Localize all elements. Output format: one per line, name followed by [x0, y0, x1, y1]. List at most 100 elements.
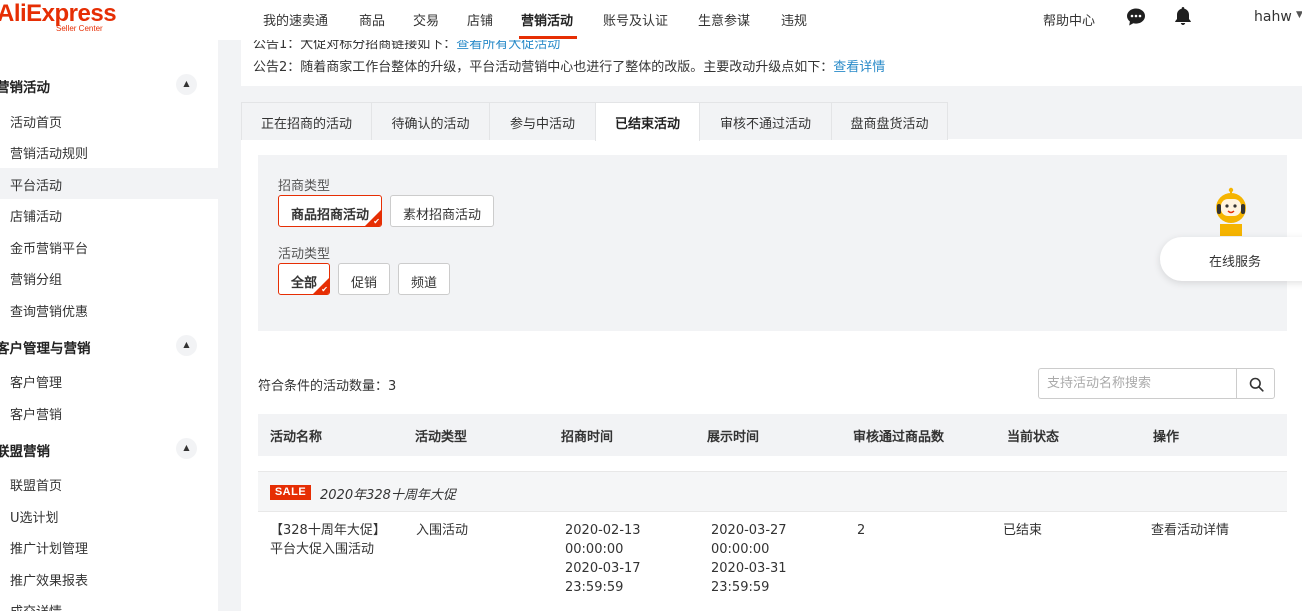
- col-approved-count: 审核通过商品数: [853, 430, 945, 445]
- announcement-1-link[interactable]: 查看所有大促活动: [456, 40, 560, 52]
- filter-material-recruit[interactable]: 素材招商活动: [390, 195, 494, 227]
- sidebar-item-label: 联盟首页: [10, 479, 63, 494]
- cell-display-start-time: 00:00:00: [711, 542, 770, 557]
- nav-products[interactable]: 商品: [359, 10, 385, 29]
- recruit-type-label: 招商类型: [278, 179, 331, 194]
- tab-pending-confirm[interactable]: 待确认的活动: [371, 102, 490, 140]
- robot-mascot-icon[interactable]: [1208, 186, 1254, 238]
- cell-recruit-start-date: 2020-02-13: [565, 523, 641, 538]
- tab-recruiting[interactable]: 正在招商的活动: [241, 102, 372, 140]
- sidebar-item-promotion-reports[interactable]: 推广效果报表: [0, 563, 218, 594]
- sidebar-item-coin-platform[interactable]: 金币营销平台: [0, 231, 218, 262]
- chevron-down-icon[interactable]: ▼: [1296, 10, 1302, 20]
- filter-channel[interactable]: 频道: [398, 263, 450, 295]
- sidebar-group-title: 营销活动: [0, 80, 50, 96]
- nav-business-advisor[interactable]: 生意参谋: [698, 10, 750, 29]
- sidebar-item-label: 店铺活动: [10, 210, 63, 225]
- filter-promotion[interactable]: 促销: [338, 263, 390, 295]
- tab-inventory[interactable]: 盘商盘货活动: [831, 102, 948, 140]
- tab-rejected[interactable]: 审核不通过活动: [699, 102, 832, 140]
- online-service-label: 在线服务: [1209, 255, 1262, 270]
- sidebar-item-label: 推广计划管理: [10, 542, 89, 557]
- top-navigation-bar: AliExpress Seller Center 我的速卖通 商品 交易 店铺 …: [0, 0, 1302, 40]
- filter-option-label: 频道: [410, 276, 437, 291]
- filter-option-label: 商品招商活动: [290, 208, 369, 223]
- cell-display-end-time: 23:59:59: [711, 580, 770, 595]
- tab-label: 待确认的活动: [391, 117, 470, 132]
- cell-activity-name-line1: 【328十周年大促】: [270, 523, 386, 538]
- col-action: 操作: [1153, 430, 1180, 445]
- announcement-2-link[interactable]: 查看详情: [833, 60, 885, 75]
- sidebar-item-label: 营销活动规则: [10, 147, 89, 162]
- filter-product-recruit[interactable]: 商品招商活动 ✔: [278, 195, 382, 227]
- activity-type-label: 活动类型: [278, 247, 331, 262]
- check-icon: ✔: [373, 217, 380, 226]
- active-nav-indicator: [519, 36, 577, 39]
- nav-store[interactable]: 店铺: [467, 10, 493, 29]
- announcement-1: 公告1：大促对标分招商链接如下：查看所有大促活动: [253, 40, 560, 52]
- sidebar-group-title: 联盟营销: [0, 444, 50, 460]
- nav-violations[interactable]: 违规: [781, 10, 807, 29]
- cell-display-end-date: 2020-03-31: [711, 561, 787, 576]
- sidebar: 营销活动 ▲ 活动首页 营销活动规则 平台活动 店铺活动 金币营销平台 营销分组…: [0, 40, 218, 611]
- result-count: 符合条件的活动数量：3: [258, 379, 397, 394]
- online-service-button[interactable]: 在线服务: [1160, 237, 1302, 281]
- tab-label: 正在招商的活动: [260, 117, 352, 132]
- bell-icon[interactable]: [1173, 6, 1193, 26]
- sidebar-item-activity-home[interactable]: 活动首页: [0, 105, 218, 136]
- sidebar-item-marketing-rules[interactable]: 营销活动规则: [0, 136, 218, 167]
- collapse-icon[interactable]: ▲: [176, 335, 197, 356]
- sidebar-item-label: U选计划: [10, 511, 59, 526]
- filter-option-label: 素材招商活动: [402, 208, 481, 223]
- sidebar-item-promotion-plans[interactable]: 推广计划管理: [0, 531, 218, 562]
- sidebar-group-affiliate[interactable]: 联盟营销 ▲: [0, 434, 214, 462]
- activity-search-input[interactable]: [1038, 368, 1237, 399]
- tab-ended[interactable]: 已结束活动: [595, 102, 700, 141]
- sidebar-item-query-discounts[interactable]: 查询营销优惠: [0, 294, 218, 325]
- sidebar-item-label: 金币营销平台: [10, 242, 89, 257]
- cell-recruit-start-time: 00:00:00: [565, 542, 624, 557]
- col-status: 当前状态: [1007, 430, 1060, 445]
- cell-recruit-end-time: 23:59:59: [565, 580, 624, 595]
- view-activity-details-link[interactable]: 查看活动详情: [1151, 521, 1229, 540]
- sidebar-item-label: 查询营销优惠: [10, 305, 89, 320]
- sidebar-group-title: 客户管理与营销: [0, 341, 91, 357]
- nav-my-aliexpress[interactable]: 我的速卖通: [263, 10, 328, 29]
- group-title: 2020年328十周年大促: [320, 488, 456, 503]
- col-recruit-time: 招商时间: [561, 430, 614, 445]
- sidebar-item-deal-details[interactable]: 成交详情: [0, 594, 218, 611]
- help-center-link[interactable]: 帮助中心: [1043, 10, 1095, 29]
- collapse-icon[interactable]: ▲: [176, 74, 197, 95]
- tab-participating[interactable]: 参与中活动: [489, 102, 596, 140]
- nav-account[interactable]: 账号及认证: [603, 10, 668, 29]
- sidebar-item-label: 成交详情: [10, 601, 62, 611]
- cell-status: 已结束: [1003, 523, 1043, 538]
- sidebar-group-customer[interactable]: 客户管理与营销 ▲: [0, 331, 214, 359]
- sidebar-group-marketing[interactable]: 营销活动 ▲: [0, 70, 214, 98]
- collapse-icon[interactable]: ▲: [176, 438, 197, 459]
- sidebar-item-store-activities[interactable]: 店铺活动: [0, 199, 218, 230]
- check-icon: ✔: [321, 285, 328, 294]
- filter-all[interactable]: 全部 ✔: [278, 263, 330, 295]
- search-icon: [1249, 377, 1264, 392]
- chat-icon[interactable]: [1126, 7, 1146, 27]
- sidebar-item-label: 营销分组: [10, 273, 63, 288]
- sidebar-item-affiliate-home[interactable]: 联盟首页: [0, 468, 218, 499]
- cell-recruit-end-date: 2020-03-17: [565, 561, 641, 576]
- sidebar-item-label: 推广效果报表: [10, 574, 89, 589]
- col-activity-name: 活动名称: [270, 430, 323, 445]
- cell-approved-count: 2: [857, 523, 866, 538]
- sidebar-item-customer-marketing[interactable]: 客户营销: [0, 397, 218, 428]
- sidebar-item-customer-management[interactable]: 客户管理: [0, 365, 218, 396]
- search-button[interactable]: [1236, 368, 1275, 399]
- nav-orders[interactable]: 交易: [413, 10, 439, 29]
- user-name[interactable]: hahw: [1254, 9, 1292, 25]
- sidebar-item-u-select-plan[interactable]: U选计划: [0, 500, 218, 531]
- cell-activity-name-line2: 平台大促入围活动: [270, 542, 375, 557]
- sidebar-item-platform-activities[interactable]: 平台活动: [0, 168, 218, 199]
- table-header: 活动名称 活动类型 招商时间 展示时间 审核通过商品数 当前状态 操作: [258, 414, 1287, 456]
- nav-marketing[interactable]: 营销活动: [521, 10, 573, 29]
- announcement-1-text: 公告1：大促对标分招商链接如下：: [253, 40, 457, 52]
- sidebar-item-label: 活动首页: [10, 116, 63, 131]
- sidebar-item-marketing-groups[interactable]: 营销分组: [0, 262, 218, 293]
